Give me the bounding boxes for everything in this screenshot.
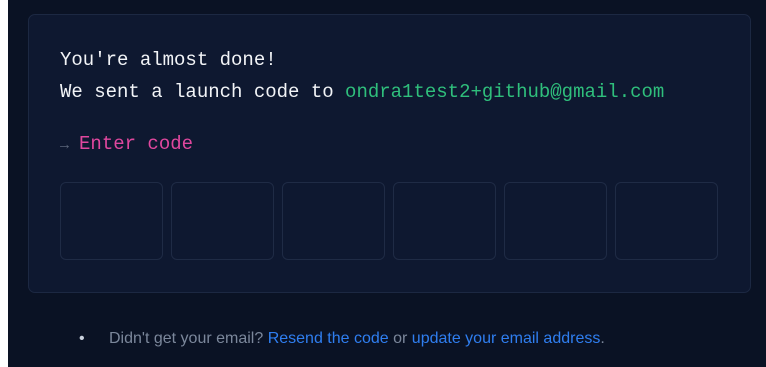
code-digit-input-6[interactable] xyxy=(615,182,718,260)
enter-code-prompt: → Enter code xyxy=(60,133,193,155)
footer-period: . xyxy=(600,330,605,347)
enter-code-label: Enter code xyxy=(79,133,194,155)
code-digit-input-2[interactable] xyxy=(171,182,274,260)
resend-footer: • Didn't get your email? Resend the code … xyxy=(79,330,605,348)
resend-code-link[interactable]: Resend the code xyxy=(268,330,389,347)
no-email-question: Didn't get your email? xyxy=(109,330,268,347)
bullet-icon: • xyxy=(79,330,85,347)
code-input-group xyxy=(60,182,718,260)
code-digit-input-1[interactable] xyxy=(60,182,163,260)
code-digit-input-4[interactable] xyxy=(393,182,496,260)
almost-done-heading: You're almost done! xyxy=(60,49,277,71)
code-digit-input-5[interactable] xyxy=(504,182,607,260)
sent-code-message: We sent a launch code to ondra1test2+git… xyxy=(60,81,664,103)
sent-code-prefix: We sent a launch code to xyxy=(60,81,346,103)
code-digit-input-3[interactable] xyxy=(282,182,385,260)
email-address: ondra1test2+github@gmail.com xyxy=(345,81,665,103)
update-email-link[interactable]: update your email address xyxy=(412,330,601,347)
signup-page: You're almost done! We sent a launch cod… xyxy=(8,0,766,367)
arrow-right-icon: → xyxy=(60,137,70,154)
or-text: or xyxy=(388,330,412,347)
